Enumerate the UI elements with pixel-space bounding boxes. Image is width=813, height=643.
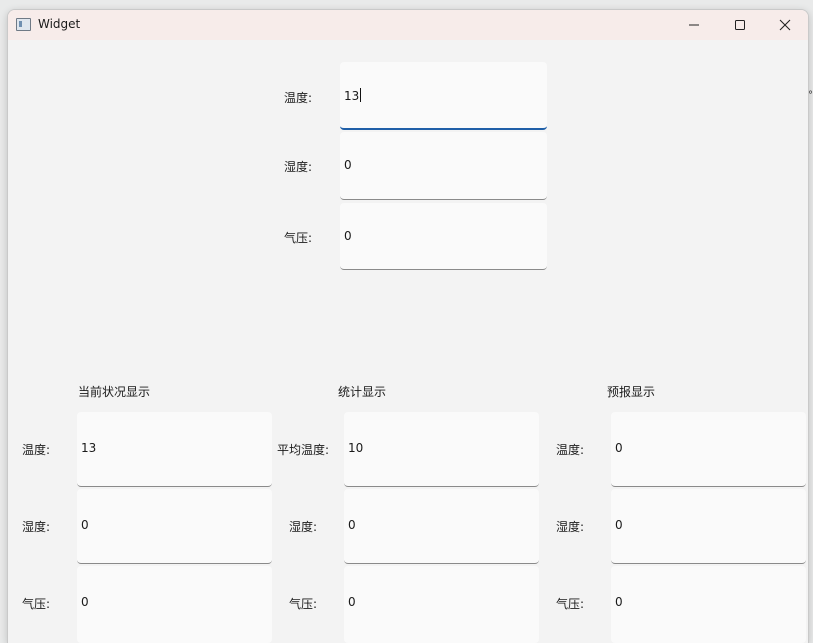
forecast-humidity-field[interactable]: 0 <box>611 489 806 564</box>
maximize-button[interactable] <box>717 10 763 40</box>
statistics-display-title: 统计显示 <box>338 385 387 399</box>
input-pressure-label: 气压: <box>284 231 313 245</box>
input-humidity-label: 湿度: <box>284 160 313 174</box>
input-pressure-field[interactable]: 0 <box>340 203 547 270</box>
statistics-avg-temperature-value: 10 <box>348 441 364 455</box>
statistics-avg-temperature-field[interactable]: 10 <box>344 412 539 487</box>
forecast-humidity-label: 湿度: <box>556 520 585 534</box>
widget-window: Widget 温度: 13 湿度: 0 气压: 0 当前状况显示 温度: 13 … <box>7 9 809 643</box>
current-humidity-field[interactable]: 0 <box>77 489 272 564</box>
forecast-temperature-value: 0 <box>615 441 623 455</box>
statistics-humidity-value: 0 <box>348 518 356 532</box>
text-caret <box>360 88 362 102</box>
current-temperature-field[interactable]: 13 <box>77 412 272 487</box>
current-humidity-label: 湿度: <box>22 520 51 534</box>
forecast-pressure-field[interactable]: 0 <box>611 566 806 643</box>
current-temperature-value: 13 <box>81 441 97 455</box>
current-temperature-label: 温度: <box>22 443 51 457</box>
input-pressure-value: 0 <box>344 229 352 243</box>
input-humidity-field[interactable]: 0 <box>340 132 547 200</box>
maximize-icon <box>735 20 745 30</box>
statistics-pressure-label: 气压: <box>289 597 318 611</box>
current-pressure-label: 气压: <box>22 597 51 611</box>
title-bar[interactable]: Widget <box>8 10 808 40</box>
statistics-pressure-value: 0 <box>348 595 356 609</box>
current-humidity-value: 0 <box>81 518 89 532</box>
input-humidity-value: 0 <box>344 158 352 172</box>
background-window-divider <box>808 200 813 240</box>
statistics-humidity-field[interactable]: 0 <box>344 489 539 564</box>
statistics-pressure-field[interactable]: 0 <box>344 566 539 643</box>
forecast-display-title: 预报显示 <box>607 385 656 399</box>
statistics-humidity-label: 湿度: <box>289 520 318 534</box>
minimize-icon <box>689 24 699 26</box>
minimize-button[interactable] <box>671 10 717 40</box>
forecast-pressure-label: 气压: <box>556 597 585 611</box>
window-title: Widget <box>38 17 81 31</box>
current-pressure-value: 0 <box>81 595 89 609</box>
statistics-avg-temperature-label: 平均温度: <box>277 443 330 457</box>
close-button[interactable] <box>762 10 808 40</box>
forecast-pressure-value: 0 <box>615 595 623 609</box>
current-display-title: 当前状况显示 <box>78 385 151 399</box>
input-temperature-label: 温度: <box>284 91 313 105</box>
forecast-temperature-field[interactable]: 0 <box>611 412 806 487</box>
input-temperature-value: 13 <box>344 89 360 103</box>
background-window-edge: ° <box>808 90 813 101</box>
current-pressure-field[interactable]: 0 <box>77 566 272 643</box>
app-window-icon <box>16 18 31 31</box>
forecast-humidity-value: 0 <box>615 518 623 532</box>
input-temperature-field[interactable]: 13 <box>340 62 547 130</box>
close-icon <box>779 19 791 31</box>
forecast-temperature-label: 温度: <box>556 443 585 457</box>
